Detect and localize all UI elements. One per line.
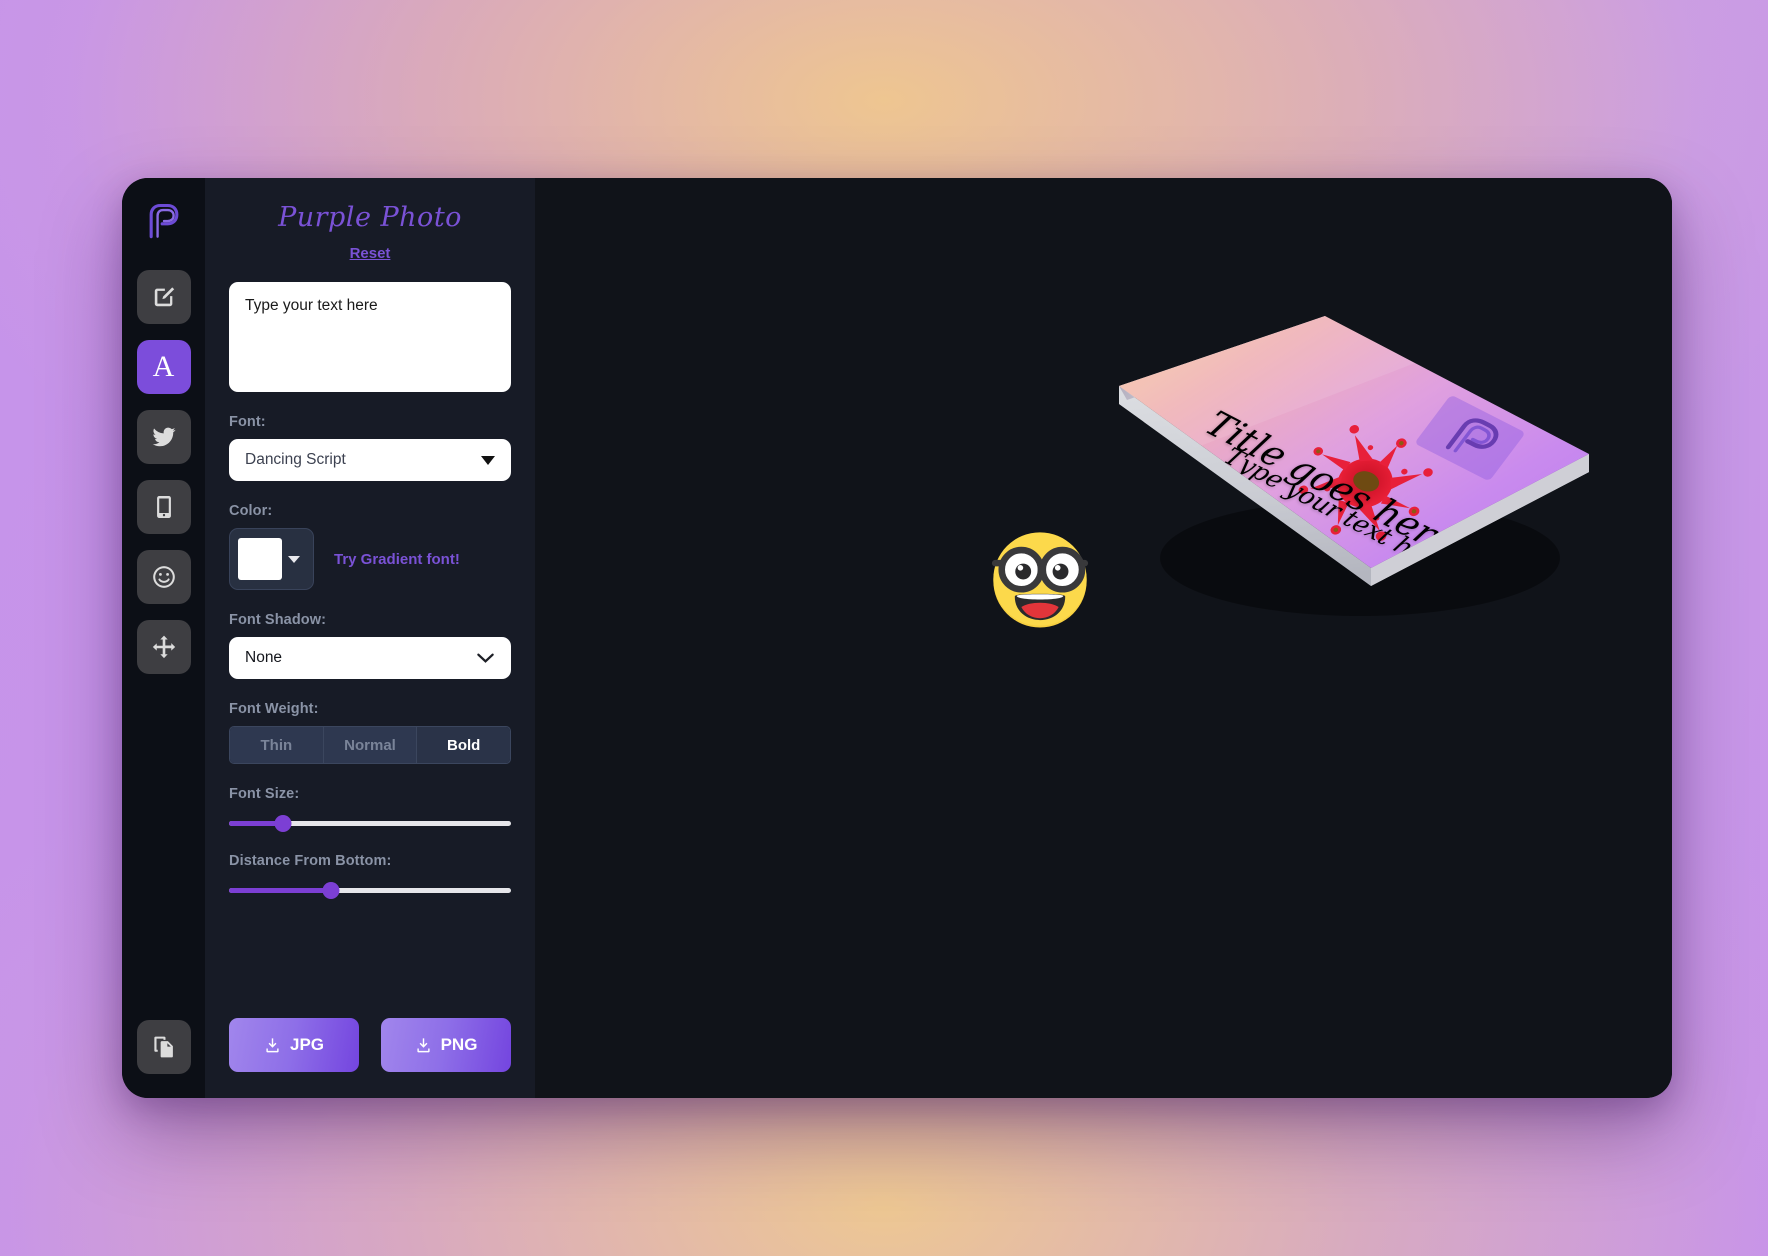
page-title: Purple Photo [278, 202, 462, 233]
font-shadow-select[interactable]: None [229, 637, 511, 679]
distance-slider-fill [229, 888, 331, 893]
purple-photo-p-logo-icon [149, 203, 178, 239]
canvas-area[interactable]: Title goes here Type your text here [535, 178, 1672, 1098]
mobile-phone-icon [156, 495, 171, 519]
icon-rail: A [122, 178, 205, 1098]
download-icon [266, 1037, 279, 1052]
font-weight-segmented-control: Thin Normal Bold [229, 726, 511, 764]
font-label: Font: [229, 414, 266, 430]
move-arrows-icon [152, 635, 175, 659]
download-jpg-label: JPG [289, 1035, 325, 1054]
distance-slider-thumb[interactable] [322, 882, 340, 899]
download-jpg-button[interactable]: JPG [229, 1018, 359, 1072]
book-mockup[interactable]: Title goes here Type your text here [1115, 308, 1595, 648]
color-swatch[interactable] [238, 538, 282, 580]
font-size-slider-thumb[interactable] [274, 815, 292, 832]
sidebar-item-emoji-tool[interactable] [136, 550, 191, 604]
copy-documents-icon [153, 1036, 173, 1058]
color-row: Try Gradient font! [229, 528, 511, 590]
reset-link[interactable]: Reset [229, 245, 511, 262]
distance-from-bottom-label: Distance From Bottom: [229, 853, 392, 869]
distance-from-bottom-slider[interactable] [229, 882, 511, 899]
pencil-square-edit-icon [154, 287, 174, 307]
sidebar-item-twitter-tool[interactable] [136, 410, 191, 464]
font-size-label: Font Size: [229, 786, 300, 802]
font-shadow-label: Font Shadow: [229, 612, 327, 628]
font-select[interactable]: Dancing Script [229, 439, 511, 481]
font-weight-option-normal[interactable]: Normal [323, 727, 418, 763]
nerd-face-emoji[interactable] [984, 523, 1096, 635]
sidebar-item-duplicate-templates[interactable] [136, 1020, 191, 1074]
font-select-value: Dancing Script [245, 451, 346, 468]
download-icon [416, 1037, 430, 1052]
font-shadow-select-value: None [245, 649, 283, 666]
chevron-down-icon [477, 653, 494, 663]
smiley-face-icon [152, 566, 175, 588]
download-png-button[interactable]: PNG [381, 1018, 511, 1072]
color-label: Color: [229, 503, 273, 519]
font-weight-option-bold[interactable]: Bold [417, 727, 510, 763]
chevron-down-icon [481, 455, 495, 465]
rail-bottom-group [136, 1020, 191, 1074]
color-picker[interactable] [229, 528, 314, 590]
sidebar-item-move-tool[interactable] [136, 620, 191, 674]
sidebar-item-text-tool[interactable]: A [136, 340, 191, 394]
sidebar-item-mobile-preview[interactable] [136, 480, 191, 534]
letter-a-text-icon: A [152, 350, 175, 383]
chevron-down-icon [288, 555, 300, 563]
font-weight-option-thin[interactable]: Thin [230, 727, 324, 763]
text-input[interactable]: Type your text here [229, 282, 511, 392]
app-window: A Purple Photo Reset Type your text here… [122, 178, 1672, 1098]
download-row: JPG PNG [229, 990, 511, 1072]
try-gradient-font-link[interactable]: Try Gradient font! [334, 551, 460, 568]
sidebar-item-edit-image[interactable] [136, 270, 191, 324]
download-png-label: PNG [440, 1035, 478, 1054]
font-weight-label: Font Weight: [229, 701, 319, 717]
twitter-bird-icon [152, 427, 176, 447]
font-size-slider[interactable] [229, 815, 511, 832]
control-panel: Purple Photo Reset Type your text here F… [205, 178, 535, 1098]
